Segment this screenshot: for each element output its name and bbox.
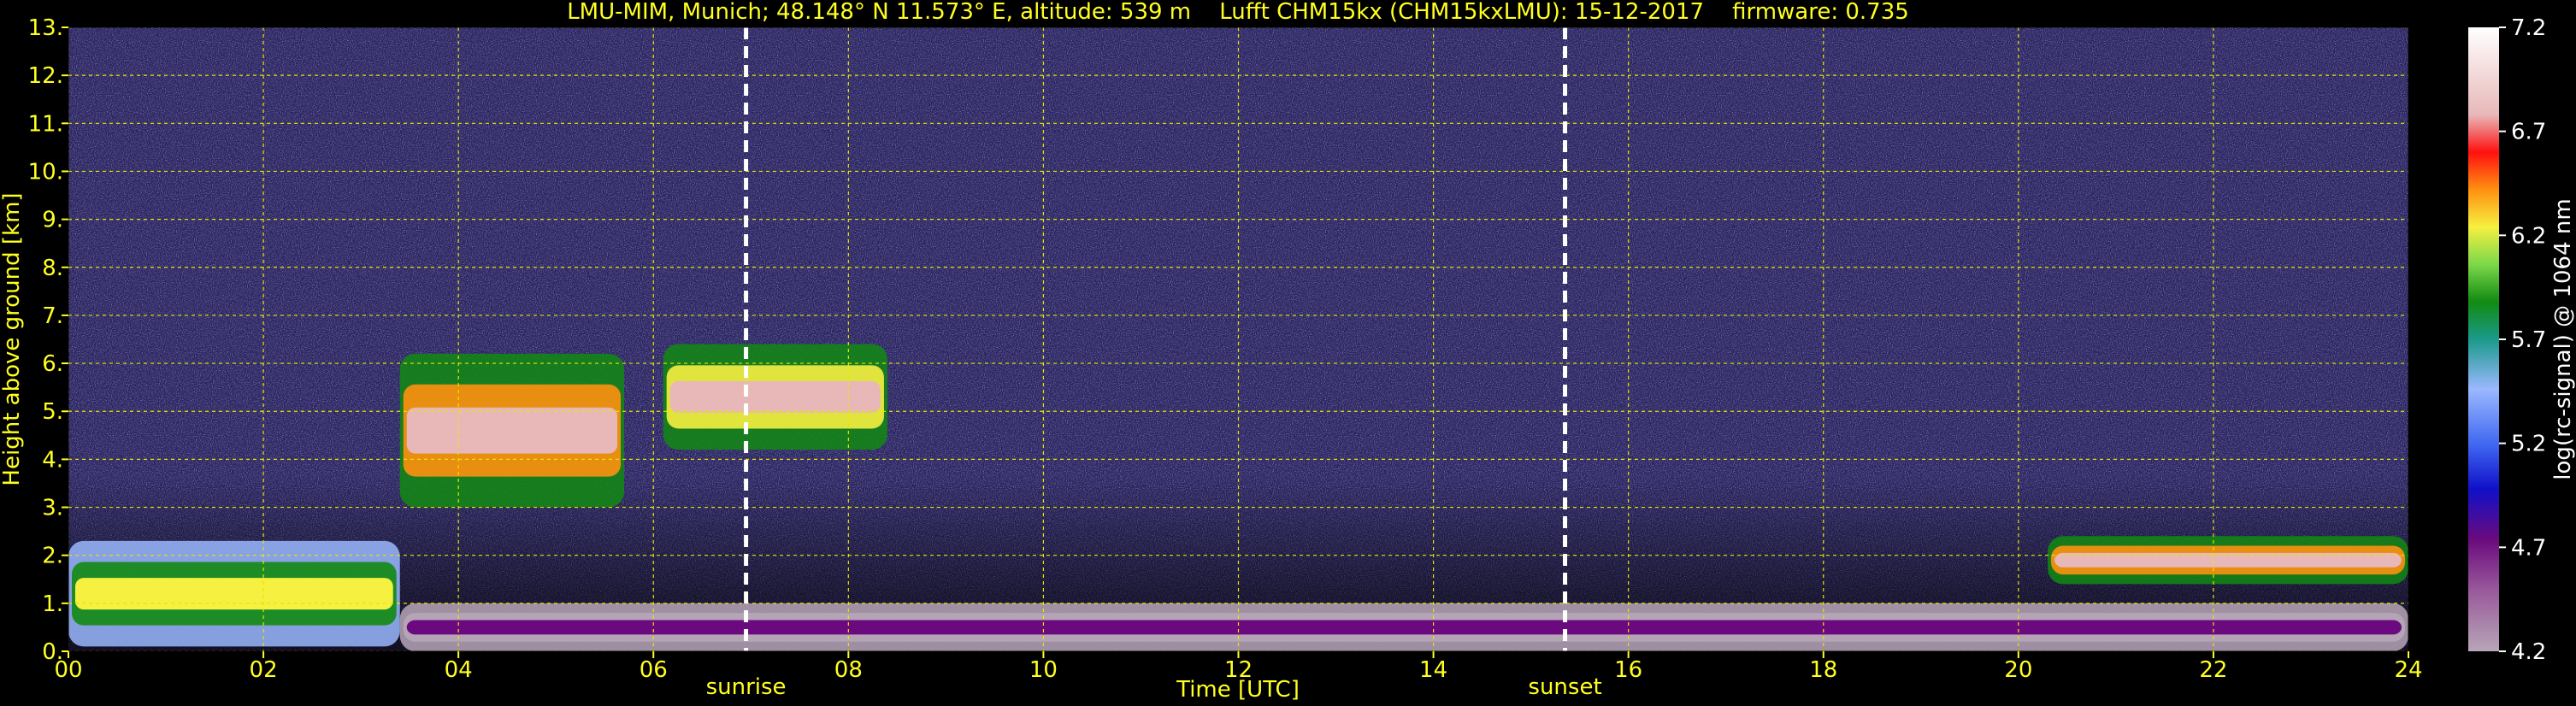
- y-axis-ticks: 0.1.2.3.4.5.6.7.8.9.10.11.12.13.: [28, 15, 68, 665]
- x-tick-label-4: 08: [834, 657, 863, 683]
- feature-residual-layer-3-core: [406, 620, 2402, 635]
- feature-boundary-layer-aerosol-0-core: [75, 578, 393, 610]
- y-axis-label: Height above ground [km]: [0, 192, 25, 485]
- colorbar-tick-label-0: 4.2: [2511, 639, 2546, 665]
- y-tick-label-9: 9.: [42, 208, 63, 233]
- y-tick-label-2: 2.: [42, 544, 63, 569]
- colorbar-ticks: 4.2 4.7 5.2 5.7 6.2 6.7 7.2: [2499, 15, 2546, 665]
- y-tick-label-6: 6.: [42, 351, 63, 377]
- x-tick-label-7: 14: [1419, 657, 1447, 683]
- y-tick-label-5: 5.: [42, 399, 63, 425]
- feature-mid-level-cloud-1-core: [406, 407, 618, 454]
- y-tick-label-3: 3.: [42, 496, 63, 521]
- colorbar-tick-label-2: 5.2: [2511, 432, 2546, 457]
- x-tick-label-2: 04: [445, 657, 473, 683]
- colorbar: [2468, 27, 2499, 651]
- y-tick-label-12: 12.: [28, 63, 63, 89]
- x-tick-label-3: 06: [640, 657, 668, 683]
- colorbar-tick-label-1: 4.7: [2511, 535, 2546, 561]
- feature-mid-level-cloud-2: [663, 344, 887, 450]
- ceilometer-chart: LMU-MIM, Munich; 48.148° N 11.573° E, al…: [0, 0, 2576, 703]
- x-tick-label-1: 02: [250, 657, 278, 683]
- colorbar-tick-label-6: 7.2: [2511, 15, 2546, 41]
- x-tick-label-11: 22: [2199, 657, 2227, 683]
- y-tick-label-7: 7.: [42, 303, 63, 329]
- x-tick-label-10: 20: [2004, 657, 2032, 683]
- colorbar-tick-label-5: 6.7: [2511, 120, 2546, 145]
- x-tick-label-0: 00: [54, 657, 82, 683]
- feature-mid-level-cloud-1: [399, 353, 625, 508]
- feature-mid-level-cloud-2-core: [669, 380, 881, 413]
- y-tick-label-13: 13.: [28, 15, 63, 41]
- feature-boundary-layer-aerosol-0: [68, 540, 400, 647]
- x-tick-label-12: 24: [2394, 657, 2422, 683]
- colorbar-label: log(rc-signal) @ 1064 nm: [2550, 198, 2576, 479]
- sunrise-label: sunrise: [706, 674, 787, 700]
- sunset-label: sunset: [1528, 674, 1601, 700]
- y-tick-label-8: 8.: [42, 256, 63, 281]
- feature-residual-layer-3: [399, 603, 2408, 651]
- y-tick-label-1: 1.: [42, 591, 63, 617]
- x-tick-label-9: 18: [1809, 657, 1837, 683]
- feature-low-cloud-4-core: [2054, 552, 2402, 568]
- colorbar-tick-label-3: 5.7: [2511, 327, 2546, 353]
- x-tick-label-5: 10: [1029, 657, 1058, 683]
- chart-title: LMU-MIM, Munich; 48.148° N 11.573° E, al…: [567, 0, 1909, 25]
- y-tick-label-4: 4.: [42, 447, 63, 473]
- x-axis-label: Time [UTC]: [1176, 677, 1300, 703]
- feature-low-cloud-4: [2048, 536, 2408, 585]
- y-tick-label-10: 10.: [28, 159, 63, 185]
- y-tick-label-11: 11.: [28, 111, 63, 137]
- x-tick-label-8: 16: [1614, 657, 1642, 683]
- colorbar-tick-label-4: 6.2: [2511, 223, 2546, 249]
